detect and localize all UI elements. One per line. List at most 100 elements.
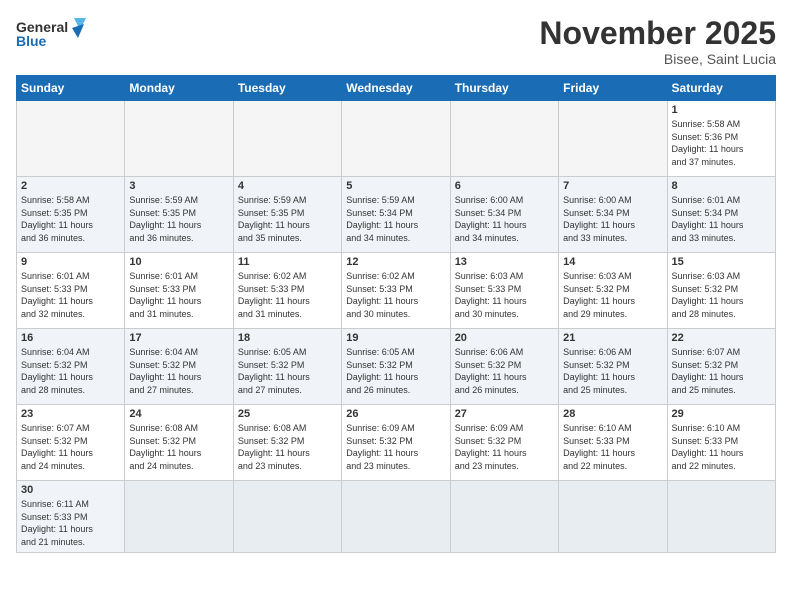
header-monday: Monday [125,76,233,101]
day-number: 25 [238,408,337,420]
day-info: Sunrise: 6:04 AM Sunset: 5:32 PM Dayligh… [21,346,120,396]
day-number: 30 [21,484,120,496]
day-number: 4 [238,180,337,192]
table-row [17,101,125,177]
day-number: 14 [563,256,662,268]
header-tuesday: Tuesday [233,76,341,101]
table-row: 10 Sunrise: 6:01 AM Sunset: 5:33 PM Dayli… [125,253,233,329]
title-block: November 2025 Bisee, Saint Lucia [539,16,776,67]
table-row: 19 Sunrise: 6:05 AM Sunset: 5:32 PM Dayli… [342,329,450,405]
day-number: 9 [21,256,120,268]
day-info: Sunrise: 6:00 AM Sunset: 5:34 PM Dayligh… [563,194,662,244]
calendar-row-2: 9 Sunrise: 6:01 AM Sunset: 5:33 PM Daylig… [17,253,776,329]
table-row [559,481,667,552]
logo: General Blue [16,16,86,54]
table-row: 7Sunrise: 6:00 AM Sunset: 5:34 PM Daylig… [559,177,667,253]
day-number: 20 [455,332,554,344]
calendar-row-0: 1 Sunrise: 5:58 AM Sunset: 5:36 PM Daylig… [17,101,776,177]
day-info: Sunrise: 6:07 AM Sunset: 5:32 PM Dayligh… [21,422,120,472]
table-row: 29 Sunrise: 6:10 AM Sunset: 5:33 PM Dayli… [667,405,775,481]
table-row: 1 Sunrise: 5:58 AM Sunset: 5:36 PM Daylig… [667,101,775,177]
day-info: Sunrise: 6:01 AM Sunset: 5:34 PM Dayligh… [672,194,771,244]
table-row: 13Sunrise: 6:03 AM Sunset: 5:33 PM Dayli… [450,253,558,329]
table-row: 14 Sunrise: 6:03 AM Sunset: 5:32 PM Dayli… [559,253,667,329]
day-number: 8 [672,180,771,192]
day-number: 29 [672,408,771,420]
table-row: 8 Sunrise: 6:01 AM Sunset: 5:34 PM Daylig… [667,177,775,253]
table-row: 5 Sunrise: 5:59 AM Sunset: 5:34 PM Daylig… [342,177,450,253]
month-title: November 2025 [539,16,776,51]
day-info: Sunrise: 6:09 AM Sunset: 5:32 PM Dayligh… [346,422,445,472]
calendar-row-3: 16Sunrise: 6:04 AM Sunset: 5:32 PM Dayli… [17,329,776,405]
day-info: Sunrise: 5:58 AM Sunset: 5:35 PM Dayligh… [21,194,120,244]
table-row [559,101,667,177]
day-number: 21 [563,332,662,344]
day-info: Sunrise: 6:05 AM Sunset: 5:32 PM Dayligh… [346,346,445,396]
header-friday: Friday [559,76,667,101]
table-row: 30 Sunrise: 6:11 AM Sunset: 5:33 PM Dayli… [17,481,125,552]
table-row [233,101,341,177]
table-row: 28Sunrise: 6:10 AM Sunset: 5:33 PM Dayli… [559,405,667,481]
location: Bisee, Saint Lucia [539,51,776,67]
day-info: Sunrise: 6:01 AM Sunset: 5:33 PM Dayligh… [129,270,228,320]
day-number: 15 [672,256,771,268]
day-number: 17 [129,332,228,344]
day-number: 12 [346,256,445,268]
table-row: 2 Sunrise: 5:58 AM Sunset: 5:35 PM Daylig… [17,177,125,253]
table-row: 25Sunrise: 6:08 AM Sunset: 5:32 PM Dayli… [233,405,341,481]
day-info: Sunrise: 5:59 AM Sunset: 5:35 PM Dayligh… [129,194,228,244]
table-row: 6 Sunrise: 6:00 AM Sunset: 5:34 PM Daylig… [450,177,558,253]
day-info: Sunrise: 6:04 AM Sunset: 5:32 PM Dayligh… [129,346,228,396]
table-row [450,481,558,552]
day-number: 6 [455,180,554,192]
page: General Blue November 2025 Bisee, Saint … [0,0,792,563]
day-number: 2 [21,180,120,192]
table-row: 15 Sunrise: 6:03 AM Sunset: 5:32 PM Dayli… [667,253,775,329]
table-row [233,481,341,552]
day-info: Sunrise: 6:02 AM Sunset: 5:33 PM Dayligh… [238,270,337,320]
header: General Blue November 2025 Bisee, Saint … [16,16,776,67]
table-row [450,101,558,177]
table-row: 26 Sunrise: 6:09 AM Sunset: 5:32 PM Dayli… [342,405,450,481]
day-number: 5 [346,180,445,192]
day-info: Sunrise: 5:59 AM Sunset: 5:34 PM Dayligh… [346,194,445,244]
table-row [125,481,233,552]
table-row: 20 Sunrise: 6:06 AM Sunset: 5:32 PM Dayli… [450,329,558,405]
day-number: 27 [455,408,554,420]
day-number: 10 [129,256,228,268]
generalblue-logo-icon: General Blue [16,16,86,54]
svg-text:Blue: Blue [16,33,47,49]
calendar-row-1: 2 Sunrise: 5:58 AM Sunset: 5:35 PM Daylig… [17,177,776,253]
day-info: Sunrise: 6:06 AM Sunset: 5:32 PM Dayligh… [455,346,554,396]
day-number: 26 [346,408,445,420]
day-info: Sunrise: 6:09 AM Sunset: 5:32 PM Dayligh… [455,422,554,472]
table-row: 22 Sunrise: 6:07 AM Sunset: 5:32 PM Dayli… [667,329,775,405]
day-info: Sunrise: 5:59 AM Sunset: 5:35 PM Dayligh… [238,194,337,244]
day-info: Sunrise: 6:00 AM Sunset: 5:34 PM Dayligh… [455,194,554,244]
day-number: 1 [672,104,771,116]
day-info: Sunrise: 6:10 AM Sunset: 5:33 PM Dayligh… [672,422,771,472]
day-info: Sunrise: 6:10 AM Sunset: 5:33 PM Dayligh… [563,422,662,472]
day-number: 24 [129,408,228,420]
day-info: Sunrise: 6:11 AM Sunset: 5:33 PM Dayligh… [21,498,120,548]
header-wednesday: Wednesday [342,76,450,101]
calendar-row-4: 23Sunrise: 6:07 AM Sunset: 5:32 PM Dayli… [17,405,776,481]
day-info: Sunrise: 5:58 AM Sunset: 5:36 PM Dayligh… [672,118,771,168]
table-row: 4 Sunrise: 5:59 AM Sunset: 5:35 PM Daylig… [233,177,341,253]
calendar: Sunday Monday Tuesday Wednesday Thursday… [16,75,776,552]
day-info: Sunrise: 6:06 AM Sunset: 5:32 PM Dayligh… [563,346,662,396]
table-row: 21 Sunrise: 6:06 AM Sunset: 5:32 PM Dayli… [559,329,667,405]
table-row: 27 Sunrise: 6:09 AM Sunset: 5:32 PM Dayli… [450,405,558,481]
table-row: 3Sunrise: 5:59 AM Sunset: 5:35 PM Daylig… [125,177,233,253]
day-info: Sunrise: 6:08 AM Sunset: 5:32 PM Dayligh… [129,422,228,472]
day-number: 11 [238,256,337,268]
day-info: Sunrise: 6:07 AM Sunset: 5:32 PM Dayligh… [672,346,771,396]
day-number: 19 [346,332,445,344]
weekday-header-row: Sunday Monday Tuesday Wednesday Thursday… [17,76,776,101]
day-info: Sunrise: 6:03 AM Sunset: 5:32 PM Dayligh… [672,270,771,320]
day-info: Sunrise: 6:03 AM Sunset: 5:32 PM Dayligh… [563,270,662,320]
table-row: 9Sunrise: 6:01 AM Sunset: 5:33 PM Daylig… [17,253,125,329]
table-row [342,481,450,552]
day-number: 22 [672,332,771,344]
table-row: 11 Sunrise: 6:02 AM Sunset: 5:33 PM Dayli… [233,253,341,329]
